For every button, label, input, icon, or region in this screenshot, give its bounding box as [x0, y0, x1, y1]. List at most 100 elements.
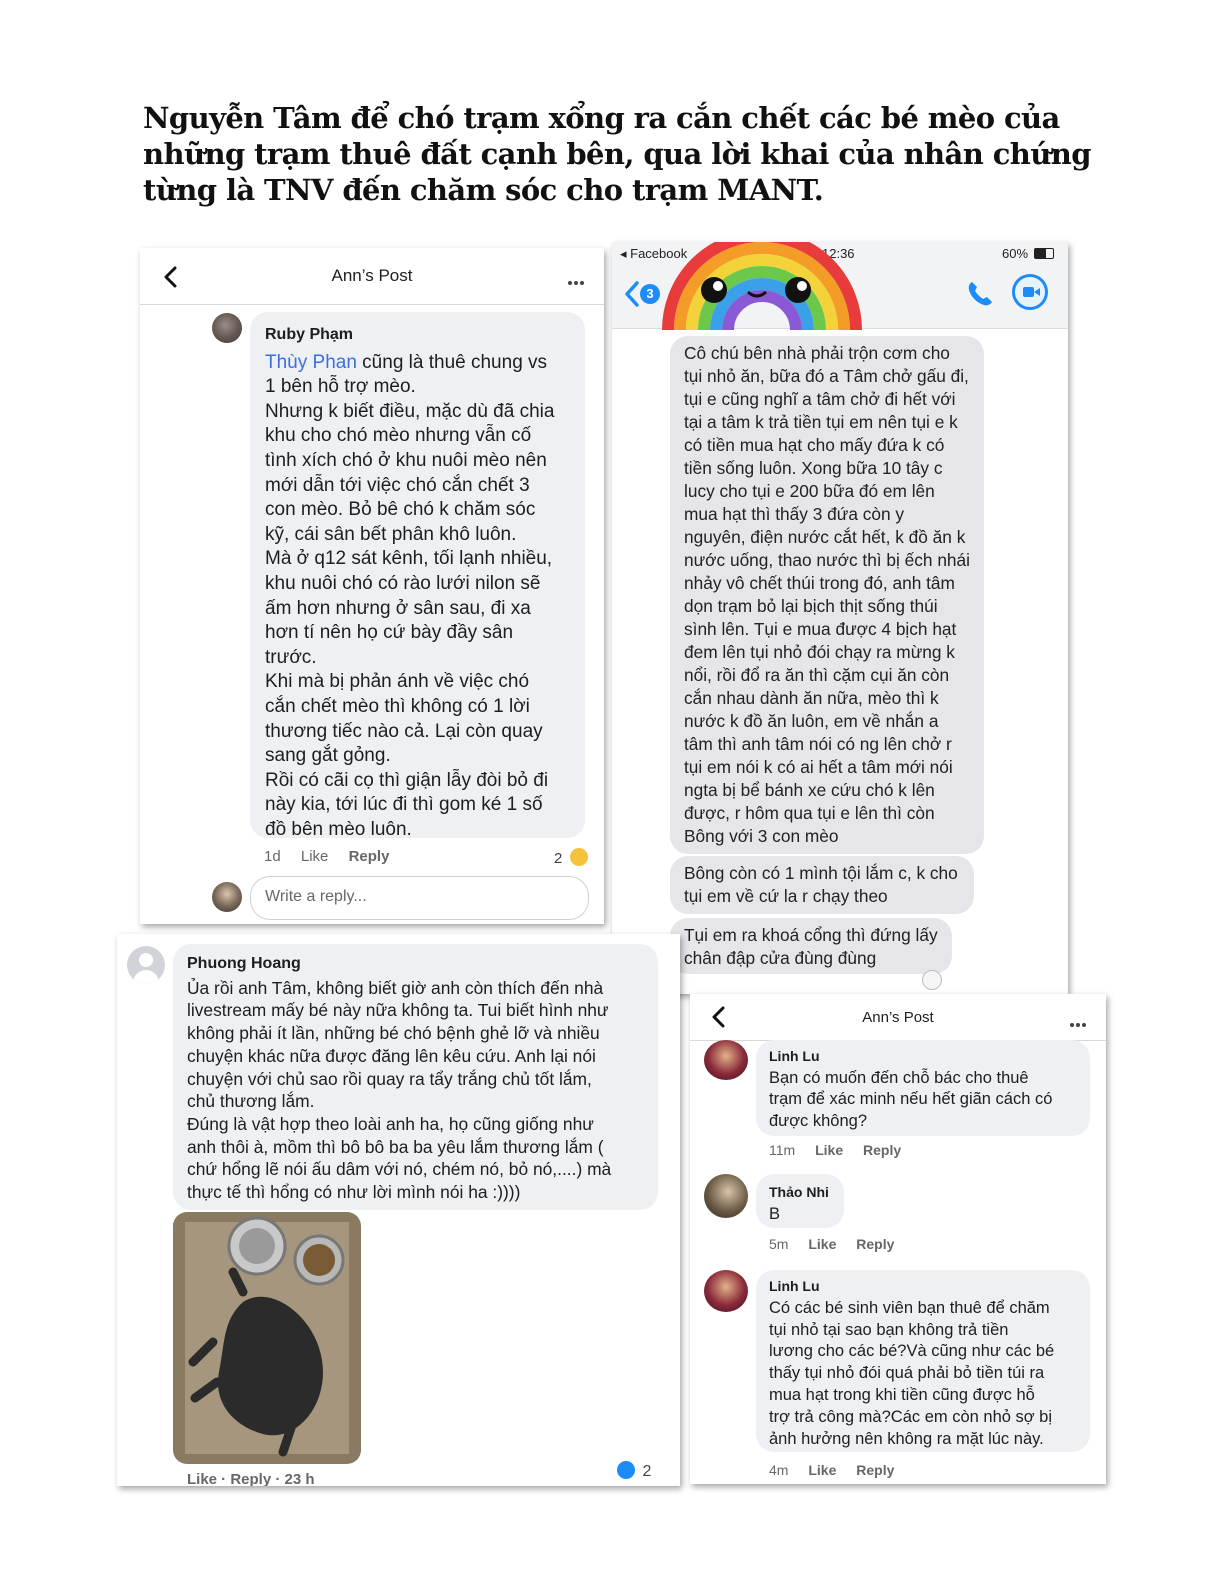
dead-dog-photo[interactable]	[173, 1212, 361, 1464]
comment-bubble: Ruby Phạm Thùy Phan cũng là thuê chung v…	[250, 312, 585, 840]
message-line: nước k đồ ăn luôn, em về nhắn a	[684, 711, 939, 731]
reply-placeholder: Write a reply...	[265, 888, 367, 905]
comment-line: con mèo. Bỏ bê chó k chăm sóc	[265, 499, 536, 521]
message-line: nguyên, điện nước cắt hết, k đồ ăn k	[684, 527, 966, 547]
title-line-1: Nguyễn Tâm để chó trạm xổng ra cắn chết …	[143, 101, 1060, 135]
battery-level: 60%	[1002, 246, 1029, 261]
message-bubble: Bông còn có 1 mình tội lắm c, k cho tụi …	[670, 856, 974, 914]
message-line: tụi em nói k có ai hết a tâm mới nói	[684, 757, 953, 777]
post-header-title: Ann’s Post	[862, 1009, 934, 1026]
message-line: lucy cho tụi e 200 bữa đó em lên	[684, 481, 935, 501]
comment-bubble: Phuong Hoang Ủa rồi anh Tâm, không biết …	[173, 944, 658, 1210]
avatar[interactable]	[704, 1174, 748, 1218]
like-button[interactable]: Like	[301, 848, 329, 865]
comment-meta: 5m Like Reply	[769, 1236, 894, 1252]
avatar[interactable]	[704, 1040, 748, 1080]
reply-button[interactable]: Reply	[863, 1142, 901, 1158]
message-line: chân đập cửa đùng đùng	[684, 948, 877, 968]
comment-line: trợ trả công mà?Các em còn nhỏ sợ bị	[769, 1407, 1053, 1426]
comment-line: Ủa rồi anh Tâm, không biết giờ anh còn t…	[187, 977, 604, 998]
comment-line: không phải ít lần, những bé chó bệnh ghẻ…	[187, 1023, 600, 1044]
comment-meta[interactable]: Like · Reply · 23 h	[187, 1471, 315, 1486]
comment-meta: 1d Like Reply	[264, 848, 389, 865]
comment-line: B	[769, 1204, 781, 1223]
comment-line: tình xích chó ở khu nuôi mèo nên	[265, 449, 547, 471]
comment-author[interactable]: Ruby Phạm	[265, 323, 554, 348]
comment-line: anh thôi à, mồm thì bô bô ba ba yêu lắm …	[187, 1136, 604, 1157]
comment-line: mua hạt trong khi tiền cũng được hỗ	[769, 1385, 1035, 1404]
avatar[interactable]	[704, 1270, 748, 1312]
comment-author[interactable]: Linh Lu	[769, 1276, 1054, 1298]
comment-line: thương tiếc nào cả. Lại còn quay	[265, 720, 543, 742]
comment-time: 5m	[769, 1236, 789, 1252]
comment-line: Mà ở q12 sát kênh, tối lạnh nhiều,	[265, 548, 553, 570]
comment-line: thấy tụi nhỏ đói quá phải bỏ tiền túi ra	[769, 1364, 1045, 1383]
comment-line: Khi mà bị phản ánh về việc chó	[265, 671, 530, 693]
like-button[interactable]: Like	[815, 1142, 843, 1158]
message-line: nổi, rồi đổ ra ăn thì cặm cụi ăn còn	[684, 665, 950, 685]
comment-meta: 4m Like Reply	[769, 1462, 894, 1478]
message-line: tụi e cũng nghĩ a tâm chở đi hết với	[684, 389, 956, 409]
title-line-2: những trạm thuê đất cạnh bên, qua lời kh…	[143, 137, 1092, 171]
comment-line: khu cho chó mèo nhưng vẫn cố	[265, 425, 532, 447]
message-line: nhảy vô chết thúi trong đó, anh tâm	[684, 573, 955, 593]
message-line: tâm thì anh tâm nói có ng lên chở r	[684, 734, 952, 754]
message-line: Cô chú bên nhà phải trộn cơm cho	[684, 343, 950, 363]
reply-input[interactable]: Write a reply...	[250, 876, 589, 920]
comment-line: đồ bên mèo luôn.	[265, 818, 412, 840]
message-line: nước uống, thao nước thì bị ếch nhái	[684, 550, 970, 570]
comment-line: này kia, tới lúc đi thì gom ké 1 số	[265, 794, 543, 816]
screenshot-phuong-hoang-comment: Phuong Hoang Ủa rồi anh Tâm, không biết …	[117, 934, 680, 1486]
reply-button[interactable]: Reply	[349, 848, 390, 865]
screenshot-linh-lu-comments: Ann’s Post Linh Lu Bạn có muốn đến chỗ b…	[690, 994, 1106, 1484]
avatar[interactable]	[212, 313, 242, 343]
more-options-icon[interactable]	[1068, 1014, 1086, 1032]
comment-line: lương cho các bé?Và cũng như các bé	[769, 1342, 1055, 1361]
article-title: Nguyễn Tâm để chó trạm xổng ra cắn chết …	[143, 100, 1092, 208]
comment-line: cắn chết mèo thì không có 1 lời	[265, 695, 530, 717]
reply-button[interactable]: Reply	[856, 1462, 894, 1478]
more-options-icon[interactable]	[566, 272, 584, 290]
message-line: ngta bị bể bánh xe cứu chó k lên	[684, 780, 935, 800]
comment-author[interactable]: Thảo Nhi	[769, 1182, 829, 1204]
like-button[interactable]: Like	[808, 1236, 836, 1252]
message-line: tại a tâm k trả tiền tụi em nên tụi e k	[684, 412, 958, 432]
add-reaction-icon[interactable]	[922, 970, 942, 990]
message-line: tụi em về cứ la r chạy theo	[684, 886, 888, 906]
screenshot-ruby-pham-comment: Ann’s Post Ruby Phạm Thùy Phan cũng là t…	[140, 248, 604, 924]
message-line: Bông còn có 1 mình tội lắm c, k cho	[684, 863, 958, 883]
rainbow-sticker-icon	[662, 242, 862, 330]
title-line-3: từng là TNV đến chăm sóc cho trạm MANT.	[143, 173, 824, 207]
phone-icon[interactable]	[964, 278, 996, 310]
post-header: Ann’s Post	[140, 248, 604, 305]
avatar[interactable]	[127, 946, 165, 984]
comment-line: 1 bên hỗ trợ mèo.	[265, 376, 416, 398]
message-line: Tụi em ra khoá cổng thì đứng lấy	[684, 925, 938, 945]
comment-time: 11m	[769, 1142, 796, 1158]
comment-author[interactable]: Phuong Hoang	[187, 953, 611, 976]
comment-line: khu nuôi chó có rào lưới nilon sẽ	[265, 572, 541, 594]
comment-line: chủ thương lắm.	[187, 1091, 315, 1112]
reaction-summary[interactable]: 2	[554, 848, 588, 867]
mention-link[interactable]: Thùy Phan	[265, 352, 357, 373]
message-line: được, r hôm qua tụi e lên thì còn	[684, 803, 935, 823]
reaction-count: 2	[642, 1463, 652, 1480]
message-line: tụi nhỏ ăn, bữa đó a Tâm chở gấu đi,	[684, 366, 969, 386]
comment-meta: 11m Like Reply	[769, 1142, 901, 1158]
comment-author[interactable]: Linh Lu	[769, 1046, 1052, 1068]
back-arrow-icon[interactable]	[622, 280, 642, 308]
comment-line: thực tế thì hổng có như lời mình nói ha …	[187, 1182, 521, 1203]
battery-icon	[1034, 248, 1054, 259]
like-button[interactable]: Like	[808, 1462, 836, 1478]
comment-line: livestream mấy bé này nữa không ta. Tui …	[187, 1000, 609, 1021]
comment-line: Bạn có muốn đến chỗ bác cho thuê	[769, 1068, 1029, 1087]
message-bubble: Tụi em ra khoá cổng thì đứng lấy chân đậ…	[670, 918, 952, 974]
reaction-summary[interactable]: 2	[617, 1461, 651, 1481]
comment-line: Rồi có cãi cọ thì giận lẫy đòi bỏ đi	[265, 769, 549, 791]
reply-button[interactable]: Reply	[856, 1236, 894, 1252]
comment-line: Đúng là vật hợp theo loài anh ha, họ cũn…	[187, 1113, 594, 1134]
message-line: cắn nhau dành ăn nữa, mèo thì k	[684, 688, 939, 708]
video-call-icon[interactable]	[1012, 274, 1048, 310]
message-line: có tiền mua hạt cho mấy đứa k có	[684, 435, 945, 455]
comment-line: hơn tí nên họ cứ bày đầy sân	[265, 622, 514, 644]
